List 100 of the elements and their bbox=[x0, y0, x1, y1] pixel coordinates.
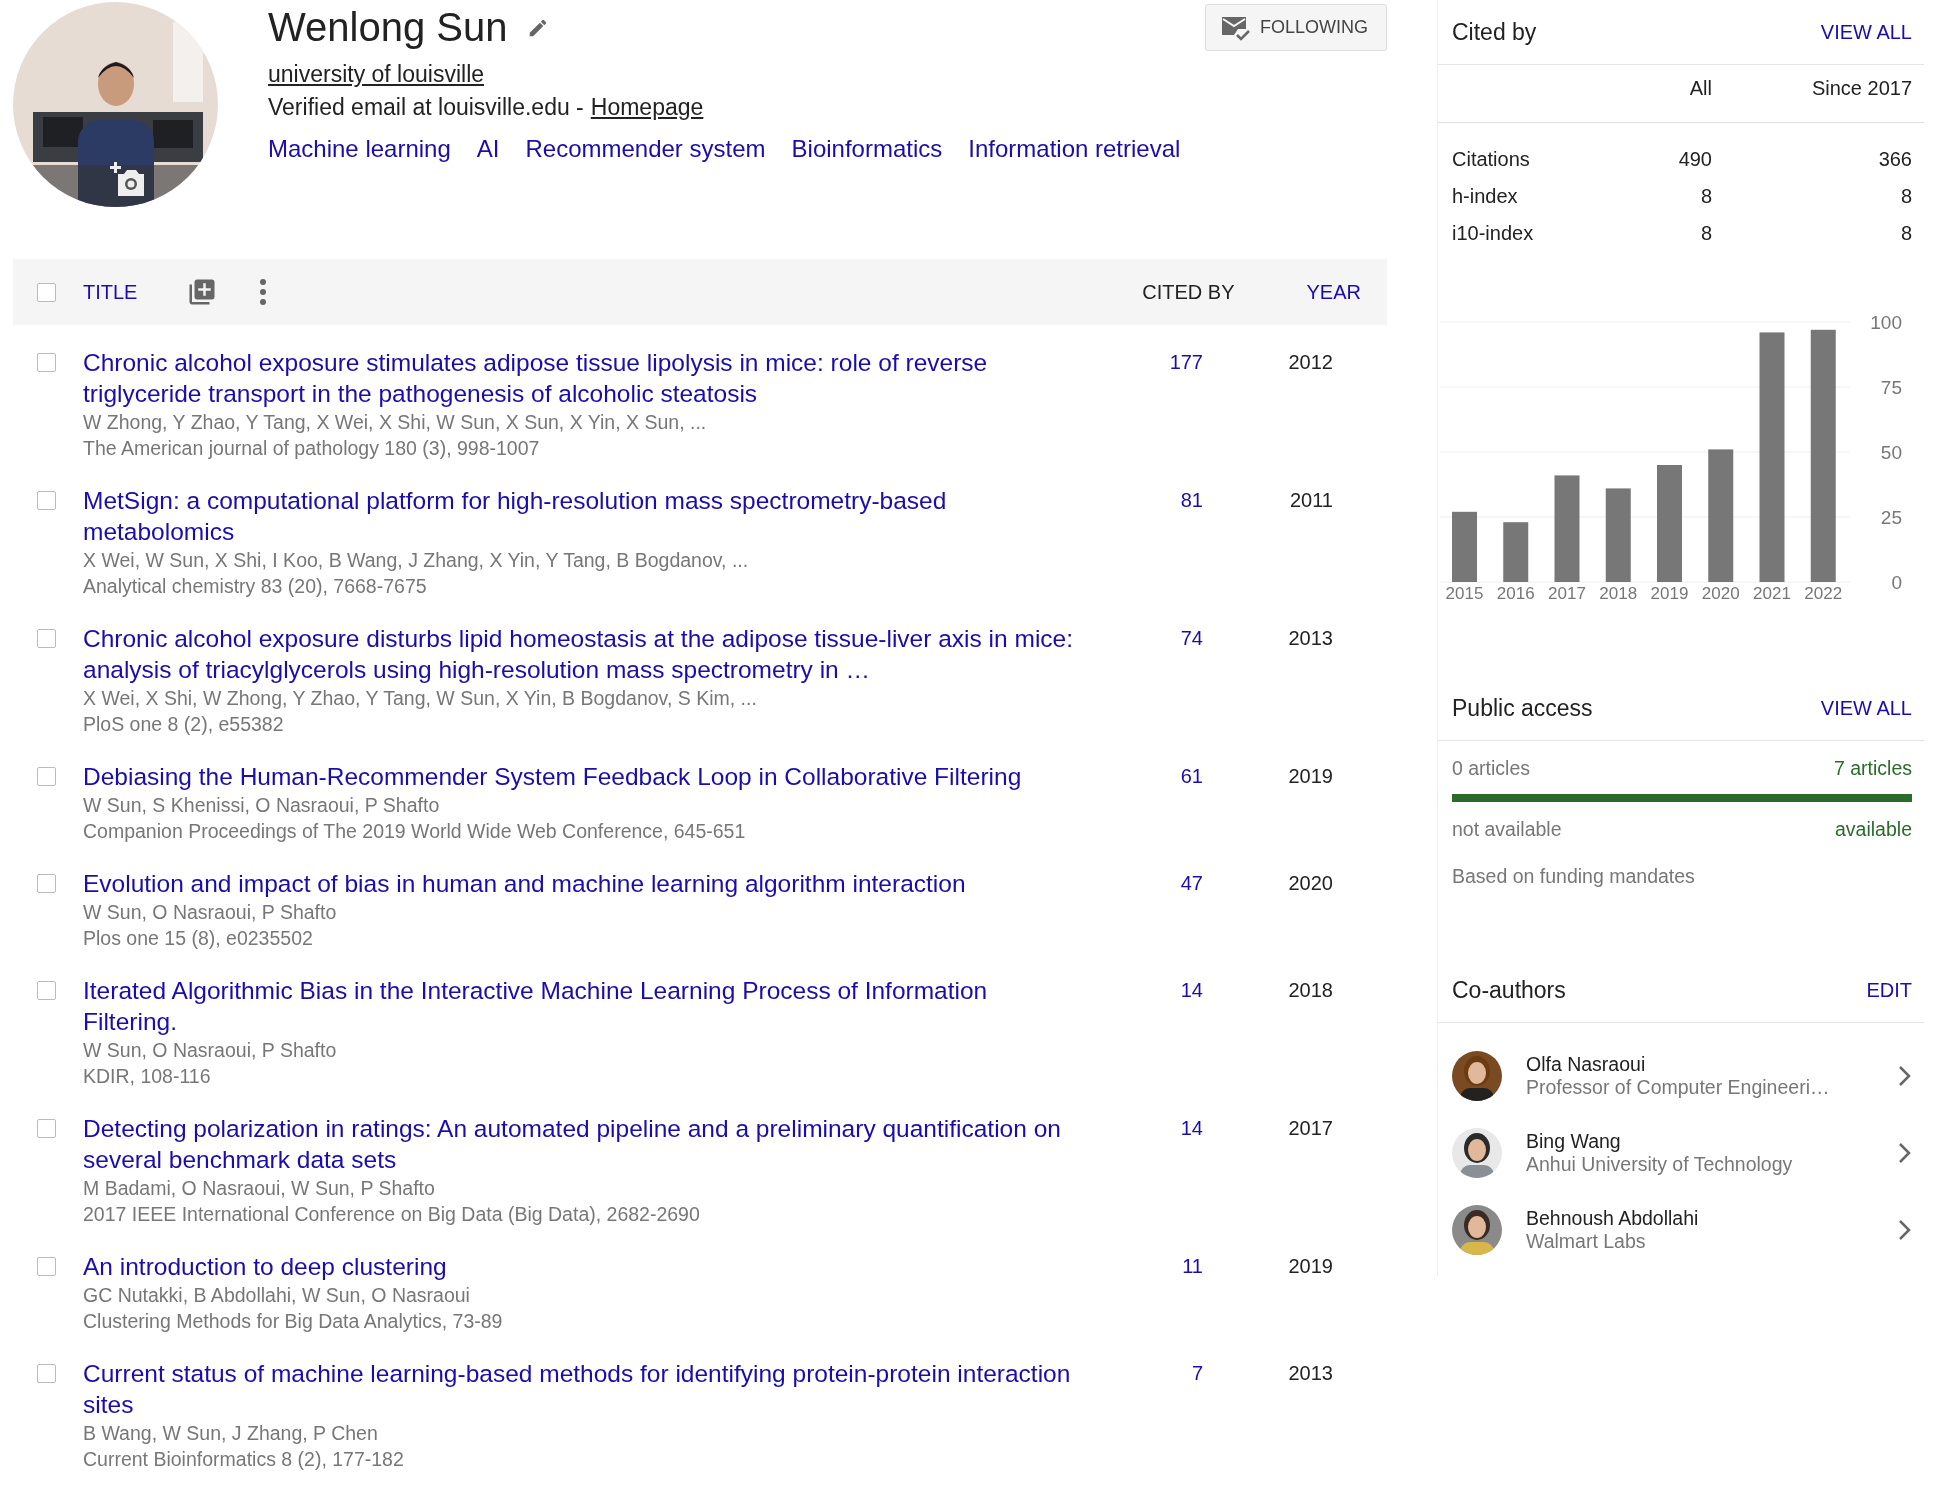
chart-bar[interactable] bbox=[1554, 475, 1580, 582]
article-venue: Analytical chemistry 83 (20), 7668-7675 bbox=[83, 574, 428, 599]
row-checkbox[interactable] bbox=[37, 981, 56, 1000]
article-venue: Companion Proceedings of The 2019 World Wide Web Conference, 645-651 bbox=[83, 819, 747, 844]
axis-label: 2022 bbox=[1804, 584, 1843, 602]
axis-label: 2016 bbox=[1496, 584, 1535, 602]
chevron-right-icon[interactable] bbox=[1898, 1141, 1912, 1164]
available-count: 7 articles bbox=[1833, 757, 1912, 780]
article-venue: PloS one 8 (2), e55382 bbox=[83, 712, 285, 737]
row-checkbox[interactable] bbox=[37, 767, 56, 786]
more-icon[interactable] bbox=[259, 278, 268, 306]
article-title-link[interactable]: Detecting polarization in ratings: An automated pipeline and a preliminary quantification on several benchmark data sets bbox=[83, 1113, 1083, 1175]
axis-label: 75 bbox=[1880, 377, 1902, 398]
row-checkbox[interactable] bbox=[37, 1364, 56, 1383]
article-authors: M Badami, O Nasraoui, W Sun, P Shafto bbox=[83, 1176, 436, 1201]
article-title-link[interactable]: Evolution and impact of bias in human and machine learning algorithm interaction bbox=[83, 868, 1083, 899]
chart-bar[interactable] bbox=[1503, 522, 1529, 582]
stats-value: 8 bbox=[1699, 184, 1712, 209]
homepage-link[interactable]: Homepage bbox=[590, 94, 704, 121]
article-title-link[interactable]: Chronic alcohol exposure stimulates adipose tissue lipolysis in mice: role of reverse triglyceride transport in the pathogenesis of alcoholic steatosis bbox=[83, 347, 1083, 409]
stats-row-label: h-index bbox=[1452, 184, 1519, 209]
article-title-link[interactable]: Debiasing the Human-Recommender System Feedback Loop in Collaborative Filtering bbox=[83, 761, 1083, 792]
stats-row-label: i10-index bbox=[1452, 221, 1535, 246]
article-title-link[interactable]: MetSign: a computational platform for high-resolution mass spectrometry-based metabolomics bbox=[83, 485, 1083, 547]
cited-by-count-link[interactable]: 7 bbox=[1113, 1358, 1203, 1389]
article-title-link[interactable]: Current status of machine learning-based methods for identifying protein-protein interaction sites bbox=[83, 1358, 1083, 1420]
following-button[interactable]: FOLLOWING bbox=[1205, 4, 1387, 51]
article-title-link[interactable]: Chronic alcohol exposure disturbs lipid homeostasis at the adipose tissue-liver axis in mice: analysis of triacylglycerols using high-resolution mass spectrometry in … bbox=[83, 623, 1083, 685]
stats-value: 8 bbox=[1899, 221, 1912, 246]
article-venue: Current Bioinformatics 8 (2), 177-182 bbox=[83, 1447, 405, 1472]
axis-label: 2015 bbox=[1445, 584, 1484, 602]
interest-link[interactable]: AI bbox=[476, 135, 500, 163]
article-authors: X Wei, X Shi, W Zhong, Y Zhao, Y Tang, W Sun, X Yin, B Bogdanov, S Kim, ... bbox=[83, 686, 758, 711]
article-authors: W Zhong, Y Zhao, Y Tang, X Wei, X Shi, W Sun, X Sun, X Yin, X Sun, ... bbox=[83, 410, 708, 435]
coauthor-affiliation: Professor of Computer Engineeri… bbox=[1526, 1075, 1831, 1099]
row-checkbox[interactable] bbox=[37, 629, 56, 648]
section-title: Public access bbox=[1452, 694, 1593, 722]
cited-by-count-link[interactable]: 14 bbox=[1113, 975, 1203, 1006]
title-column-header[interactable]: TITLE bbox=[83, 280, 138, 304]
coauthor-name[interactable]: Bing Wang bbox=[1526, 1129, 1874, 1153]
stats-value: 8 bbox=[1699, 221, 1712, 246]
cited-by-count-link[interactable]: 11 bbox=[1113, 1251, 1203, 1282]
article-year: 2017 bbox=[1287, 1116, 1333, 1141]
axis-label: 25 bbox=[1880, 507, 1902, 528]
row-checkbox[interactable] bbox=[37, 1119, 56, 1138]
coauthor-affiliation: Anhui University of Technology bbox=[1526, 1152, 1794, 1176]
axis-label: 100 bbox=[1870, 312, 1902, 333]
cited-by-count-link[interactable]: 74 bbox=[1113, 623, 1203, 654]
section-title: Cited by bbox=[1452, 18, 1537, 46]
chart-bar[interactable] bbox=[1708, 449, 1734, 582]
article-authors: W Sun, S Khenissi, O Nasraoui, P Shafto bbox=[83, 793, 441, 818]
article-venue: 2017 IEEE International Conference on Big Data (Big Data), 2682-2690 bbox=[83, 1202, 701, 1227]
row-checkbox[interactable] bbox=[37, 1257, 56, 1276]
cited-by-count-link[interactable]: 47 bbox=[1113, 868, 1203, 899]
axis-label: 2021 bbox=[1753, 584, 1791, 602]
article-venue: The American journal of pathology 180 (3), 998-1007 bbox=[83, 436, 541, 461]
cited-by-count-link[interactable]: 177 bbox=[1113, 347, 1203, 378]
cited-by-column-header[interactable]: CITED BY bbox=[1142, 280, 1235, 304]
affiliation-link[interactable]: university of louisville bbox=[268, 61, 485, 88]
coauthor-name[interactable]: Behnoush Abdollahi bbox=[1526, 1206, 1874, 1230]
row-checkbox[interactable] bbox=[37, 353, 56, 372]
interest-link[interactable]: Recommender system bbox=[525, 135, 766, 163]
axis-label: 50 bbox=[1880, 442, 1902, 463]
axis-label: 0 bbox=[1891, 572, 1902, 593]
axis-label: 2017 bbox=[1548, 584, 1586, 602]
view-all-link[interactable]: VIEW ALL bbox=[1820, 696, 1912, 720]
stats-value: 490 bbox=[1677, 147, 1712, 172]
interest-link[interactable]: Machine learning bbox=[268, 135, 451, 163]
section-title: Co-authors bbox=[1452, 976, 1566, 1004]
edit-link[interactable]: EDIT bbox=[1866, 978, 1912, 1002]
stats-column-header: All bbox=[1688, 76, 1712, 101]
article-venue: Clustering Methods for Big Data Analytics, 73-89 bbox=[83, 1309, 504, 1334]
coauthor-affiliation: Walmart Labs bbox=[1526, 1229, 1647, 1253]
article-title-link[interactable]: An introduction to deep clustering bbox=[83, 1251, 1083, 1282]
article-title-link[interactable]: Iterated Algorithmic Bias in the Interactive Machine Learning Process of Information Filtering. bbox=[83, 975, 1083, 1037]
coauthor-name[interactable]: Olfa Nasraoui bbox=[1526, 1052, 1874, 1076]
chevron-right-icon[interactable] bbox=[1898, 1218, 1912, 1241]
chart-bar[interactable] bbox=[1759, 332, 1785, 582]
mail-check-icon bbox=[1220, 14, 1250, 41]
cited-by-count-link[interactable]: 81 bbox=[1113, 485, 1203, 516]
row-checkbox[interactable] bbox=[37, 874, 56, 893]
unavailable-count: 0 articles bbox=[1452, 757, 1531, 780]
view-all-link[interactable]: VIEW ALL bbox=[1820, 20, 1912, 44]
axis-label: 2020 bbox=[1701, 584, 1740, 602]
chart-bar[interactable] bbox=[1605, 488, 1631, 582]
year-column-header[interactable]: YEAR bbox=[1306, 280, 1361, 304]
chart-bar[interactable] bbox=[1810, 329, 1836, 582]
interest-link[interactable]: Bioinformatics bbox=[791, 135, 943, 163]
article-authors: X Wei, W Sun, X Shi, I Koo, B Wang, J Zhang, X Yin, Y Tang, B Bogdanov, ... bbox=[83, 548, 750, 573]
select-all-checkbox[interactable] bbox=[37, 282, 56, 302]
chevron-right-icon[interactable] bbox=[1898, 1064, 1912, 1087]
article-year: 2018 bbox=[1287, 978, 1333, 1003]
article-authors: B Wang, W Sun, J Zhang, P Chen bbox=[83, 1421, 379, 1446]
article-year: 2019 bbox=[1287, 1254, 1333, 1279]
cited-by-count-link[interactable]: 14 bbox=[1113, 1113, 1203, 1144]
row-checkbox[interactable] bbox=[37, 491, 56, 510]
cited-by-count-link[interactable]: 61 bbox=[1113, 761, 1203, 792]
interest-link[interactable]: Information retrieval bbox=[968, 135, 1181, 163]
stats-row-label: Citations bbox=[1452, 147, 1531, 172]
add-box-icon[interactable] bbox=[187, 277, 218, 307]
